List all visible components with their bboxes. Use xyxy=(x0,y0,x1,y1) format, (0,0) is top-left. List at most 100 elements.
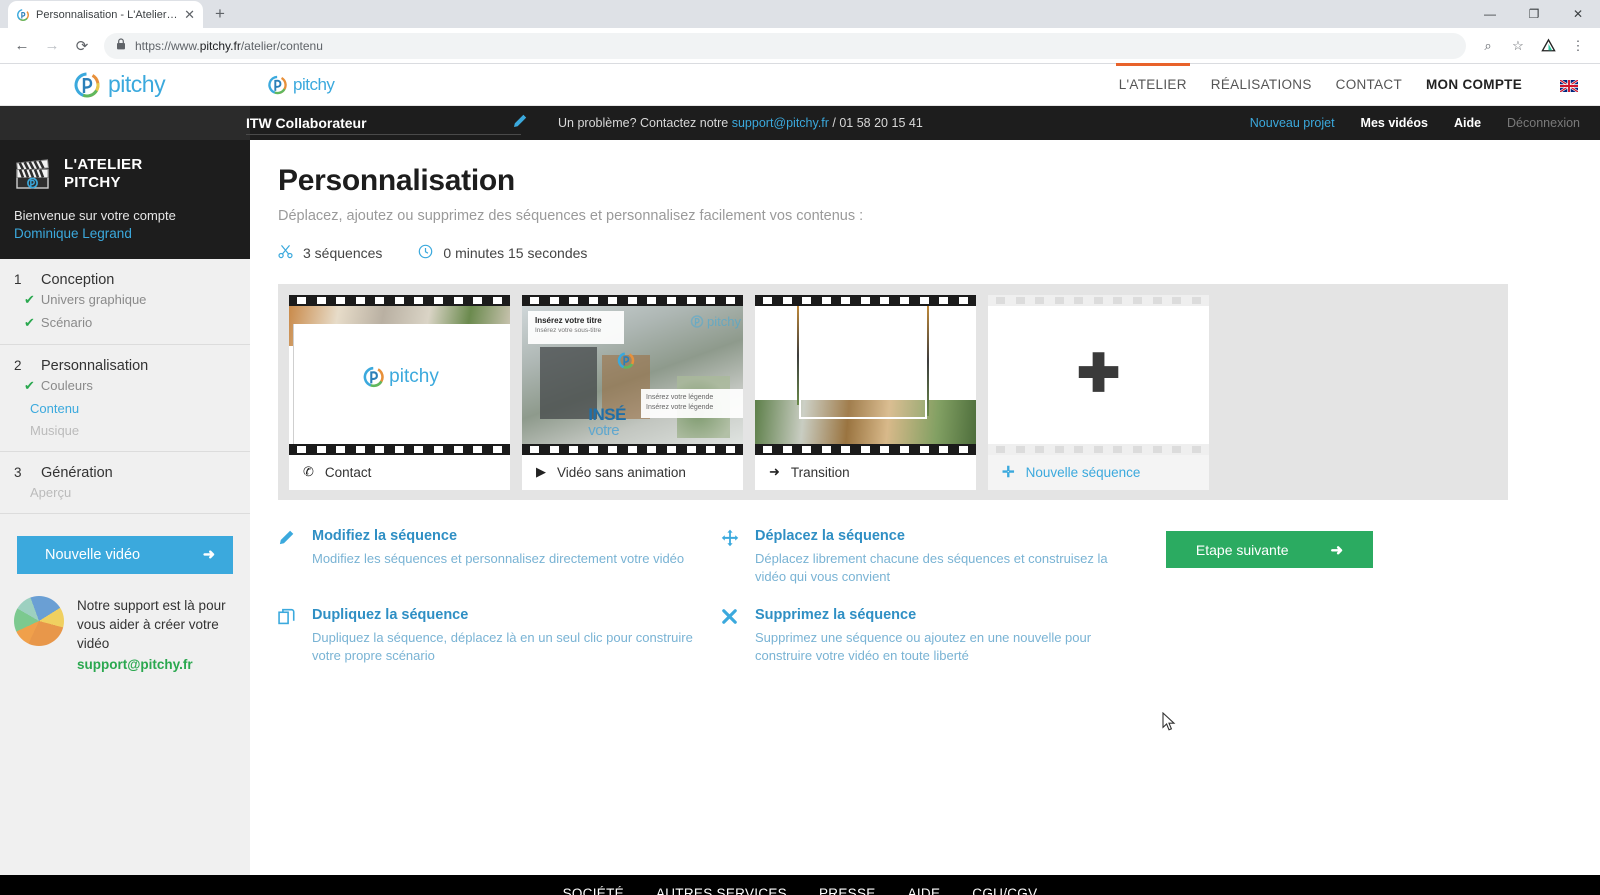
add-sequence-area[interactable]: ✚ xyxy=(988,306,1209,444)
sequence-card-transition[interactable]: ➜ Transition xyxy=(755,294,976,490)
film-perforations-bottom xyxy=(988,443,1209,455)
sequence-card-contact[interactable]: pitchy ✆ Contact xyxy=(289,294,510,490)
film-perforations-top xyxy=(755,294,976,306)
film-perforations-bottom xyxy=(289,443,510,455)
link-deconnexion[interactable]: Déconnexion xyxy=(1507,116,1580,130)
back-icon[interactable]: ← xyxy=(8,32,36,60)
sidebar-item-apercu[interactable]: Aperçu xyxy=(0,481,250,503)
feature-dupliquer: Dupliquez la séquence Dupliquez la séque… xyxy=(278,607,721,664)
footer-link-societe[interactable]: SOCIÉTÉ xyxy=(563,886,624,895)
add-sequence-card[interactable]: ✚ ✛ Nouvelle séquence xyxy=(988,294,1209,490)
meta-row: 3 séquences 0 minutes 15 secondes xyxy=(278,244,1600,262)
step-header: 1 Conception xyxy=(0,272,250,288)
check-icon: ✔ xyxy=(24,314,35,330)
pitchy-logo-secondary[interactable]: pitchy xyxy=(265,74,335,96)
sidebar-step-generation: 3 Génération Aperçu xyxy=(0,452,250,514)
app-bar-project-block xyxy=(0,106,250,140)
language-flag-icon[interactable] xyxy=(1559,78,1579,93)
film-perforations-bottom xyxy=(522,443,743,455)
step-name: Conception xyxy=(41,272,115,288)
film-frame-placeholder: ✚ xyxy=(988,294,1209,455)
feature-title: Modifiez la séquence xyxy=(312,528,458,544)
nav-item-mon-compte[interactable]: MON COMPTE xyxy=(1426,64,1522,106)
feature-desc: Modifiez les séquences et personnalisez … xyxy=(312,551,685,566)
window-close-icon[interactable]: ✕ xyxy=(1556,0,1600,28)
nav-item-realisations[interactable]: RÉALISATIONS xyxy=(1211,64,1312,106)
feature-desc: Supprimez une séquence ou ajoutez en une… xyxy=(755,630,1092,663)
browser-titlebar: Personnalisation - L'Atelier Pitchy ✕ + … xyxy=(0,0,1600,28)
sequence-card-video[interactable]: pitchy Insérez votre titre Insérez votre… xyxy=(522,294,743,490)
features-section: Modifiez la séquence Modifiez les séquen… xyxy=(278,528,1378,664)
footer-link-aide[interactable]: AIDE xyxy=(908,886,941,895)
meta-sequences-text: 3 séquences xyxy=(303,245,383,261)
sidebar-item-musique[interactable]: Musique xyxy=(0,419,250,441)
nav-item-contact[interactable]: CONTACT xyxy=(1336,64,1402,106)
edit-project-icon[interactable] xyxy=(512,113,528,134)
footer-link-presse[interactable]: PRESSE xyxy=(819,886,876,895)
link-mes-videos[interactable]: Mes vidéos xyxy=(1361,116,1428,130)
sidebar-support-box: Notre support est là pour vous aider à c… xyxy=(0,574,250,675)
minimize-icon[interactable]: — xyxy=(1468,0,1512,28)
arrow-right-icon: ➜ xyxy=(1330,541,1344,559)
sidebar-item-label: Couleurs xyxy=(40,378,93,393)
sidebar-brand-line2: PITCHY xyxy=(64,174,121,191)
meta-sequences: 3 séquences xyxy=(278,244,382,262)
project-name-field[interactable]: ITW Collaborateur xyxy=(246,115,536,131)
maximize-icon[interactable]: ❐ xyxy=(1512,0,1556,28)
browser-tab[interactable]: Personnalisation - L'Atelier Pitchy ✕ xyxy=(8,1,203,28)
film-frame: pitchy Insérez votre titre Insérez votre… xyxy=(522,294,743,455)
play-icon: ▶ xyxy=(536,464,546,479)
support-email-link[interactable]: support@pitchy.fr xyxy=(77,655,232,674)
browser-toolbar: ← → ⟳ https://www.pitchy.fr/atelier/cont… xyxy=(0,28,1600,64)
link-nouveau-projet[interactable]: Nouveau projet xyxy=(1250,116,1335,130)
film-perforations-top xyxy=(522,294,743,306)
address-bar[interactable]: https://www.pitchy.fr/atelier/contenu xyxy=(104,32,1466,59)
sequence-label: Contact xyxy=(324,464,372,480)
project-name-underline xyxy=(246,134,521,135)
site-nav: L'ATELIER RÉALISATIONS CONTACT MON COMPT… xyxy=(1115,62,1522,106)
step-header: 2 Personnalisation xyxy=(0,358,250,374)
new-video-button[interactable]: Nouvelle vidéo ➜ xyxy=(17,536,233,574)
support-email-link[interactable]: support@pitchy.fr xyxy=(732,116,829,130)
film-perforations-top xyxy=(289,294,510,306)
step-header: 3 Génération xyxy=(0,465,250,481)
forward-icon[interactable]: → xyxy=(38,32,66,60)
window-controls: — ❐ ✕ xyxy=(1468,0,1600,28)
sidebar-username[interactable]: Dominique Legrand xyxy=(14,226,236,241)
meta-duration-text: 0 minutes 15 secondes xyxy=(443,245,588,261)
film-frame xyxy=(755,294,976,455)
new-tab-button[interactable]: + xyxy=(207,1,233,27)
arrow-right-icon: ➜ xyxy=(769,464,780,479)
film-perforations-bottom xyxy=(755,443,976,455)
sidebar-step-conception: 1 Conception ✔ Univers graphique ✔ Scéna… xyxy=(0,259,250,345)
next-step-button[interactable]: Etape suivante ➜ xyxy=(1166,531,1373,568)
zoom-icon[interactable]: ⌕ xyxy=(1474,32,1502,60)
add-sequence-caption[interactable]: ✛ Nouvelle séquence xyxy=(988,455,1209,490)
nav-item-atelier[interactable]: L'ATELIER xyxy=(1115,62,1190,106)
scissors-icon xyxy=(278,244,293,262)
browser-menu-icon[interactable]: ⋮ xyxy=(1564,32,1592,60)
tab-close-icon[interactable]: ✕ xyxy=(184,8,195,21)
profile-icon[interactable] xyxy=(1534,32,1562,60)
sidebar-item-scenario[interactable]: ✔ Scénario xyxy=(0,311,250,334)
footer-link-autres-services[interactable]: AUTRES SERVICES xyxy=(656,886,787,895)
thumbnail-big-line1: INSÉ xyxy=(588,404,626,424)
sidebar-item-contenu[interactable]: Contenu xyxy=(0,397,250,419)
reload-icon[interactable]: ⟳ xyxy=(68,32,96,60)
sidebar-item-couleurs[interactable]: ✔ Couleurs xyxy=(0,374,250,397)
watermark-text: pitchy xyxy=(707,313,741,329)
link-aide[interactable]: Aide xyxy=(1454,116,1481,130)
sidebar-item-univers-graphique[interactable]: ✔ Univers graphique xyxy=(0,288,250,311)
sequence-caption: ➜ Transition xyxy=(755,455,976,490)
thumbnail-transition xyxy=(755,305,976,444)
sidebar-item-label: Univers graphique xyxy=(40,292,147,307)
film-perforations-top xyxy=(988,294,1209,306)
footer-link-cgu-cgv[interactable]: CGU/CGV xyxy=(972,886,1037,895)
thumbnail-legend1: Insérez votre légende xyxy=(646,394,714,402)
clapperboard-icon xyxy=(14,157,52,191)
pitchy-logo[interactable]: pitchy xyxy=(70,70,166,100)
bookmark-star-icon[interactable]: ☆ xyxy=(1504,32,1532,60)
thumbnail-big-line2: votre xyxy=(588,421,620,439)
tab-title: Personnalisation - L'Atelier Pitchy xyxy=(36,8,178,21)
thumbnail-title: Insérez votre titre xyxy=(535,315,602,325)
